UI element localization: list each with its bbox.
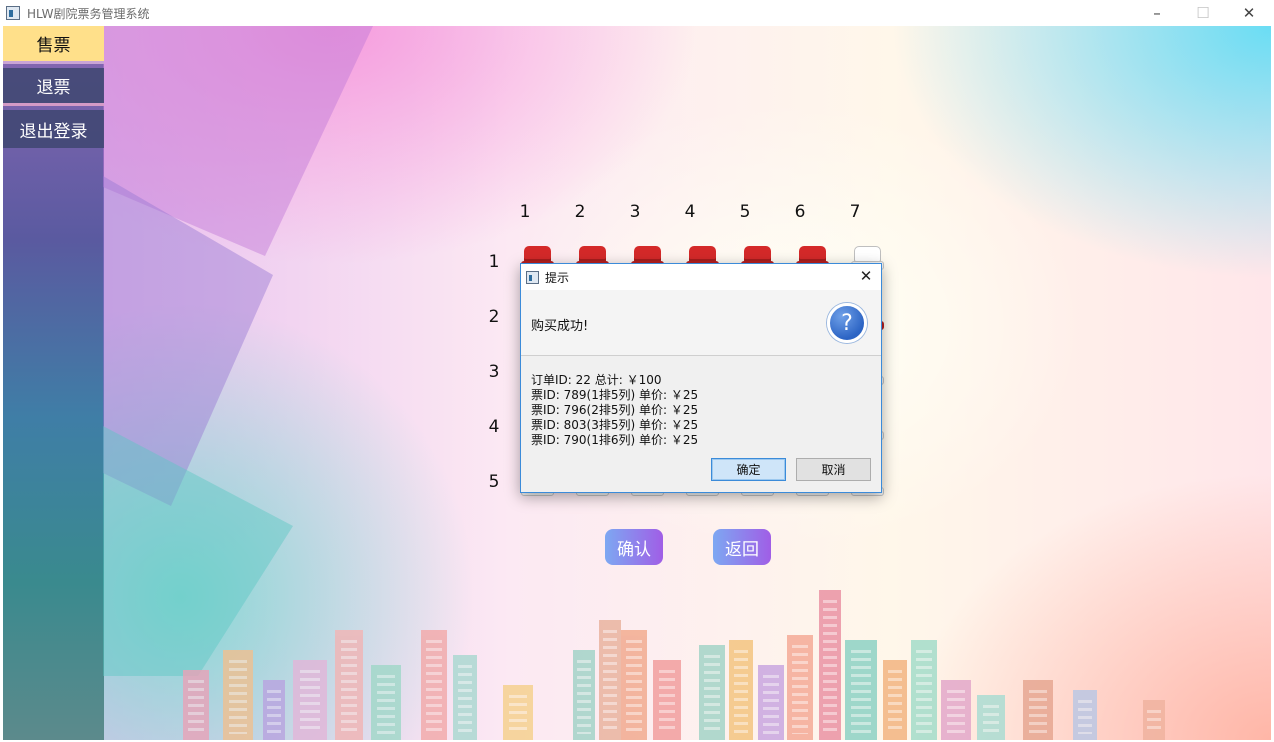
ticket-line: 票ID: 790(1排6列) 单价: ￥25 — [531, 433, 699, 447]
seat-column-label: 5 — [739, 202, 751, 222]
seat-column-label: 4 — [684, 202, 696, 222]
window-titlebar: HLW剧院票务管理系统 – ☐ ✕ — [0, 0, 1274, 26]
dialog-cancel-button[interactable]: 取消 — [796, 458, 871, 481]
dialog-titlebar: 提示 ✕ — [521, 264, 881, 290]
dialog-message: 购买成功! — [531, 319, 589, 334]
close-icon[interactable]: ✕ — [1226, 0, 1272, 26]
seat-row-label: 2 — [488, 307, 500, 327]
nav-logout[interactable]: 退出登录 — [3, 110, 104, 148]
seat-column-label: 2 — [574, 202, 586, 222]
dialog-ok-button[interactable]: 确定 — [711, 458, 786, 481]
purchase-success-dialog: 提示 ✕ 购买成功! ? 订单ID: 22 总计: ￥100 票ID: 789(… — [520, 263, 882, 493]
order-details: 订单ID: 22 总计: ￥100 票ID: 789(1排5列) 单价: ￥25… — [531, 373, 698, 448]
seat-column-label: 1 — [519, 202, 531, 222]
nav-refund-tickets[interactable]: 退票 — [3, 68, 104, 106]
confirm-button[interactable]: 确认 — [605, 529, 663, 565]
dialog-header: 购买成功! ? — [521, 290, 881, 356]
minimize-icon[interactable]: – — [1134, 0, 1180, 26]
dialog-app-icon — [526, 270, 539, 284]
seat-row-label: 5 — [488, 472, 500, 492]
dialog-title: 提示 — [545, 270, 570, 285]
ticket-line: 票ID: 789(1排5列) 单价: ￥25 — [531, 388, 699, 402]
order-summary-line: 订单ID: 22 总计: ￥100 — [531, 373, 662, 387]
seat-row-label: 1 — [488, 252, 500, 272]
maximize-icon[interactable]: ☐ — [1180, 0, 1226, 26]
ticket-line: 票ID: 803(3排5列) 单价: ￥25 — [531, 418, 699, 432]
dialog-close-icon[interactable]: ✕ — [857, 267, 875, 285]
window-title: HLW剧院票务管理系统 — [27, 6, 150, 21]
app-icon — [6, 6, 20, 20]
nav-sell-tickets[interactable]: 售票 — [3, 26, 104, 64]
ticket-line: 票ID: 796(2排5列) 单价: ￥25 — [531, 403, 699, 417]
city-skyline-illustration — [103, 570, 1271, 740]
seat-column-label: 6 — [794, 202, 806, 222]
seat-column-label: 3 — [629, 202, 641, 222]
seat-row-label: 3 — [488, 362, 500, 382]
back-button[interactable]: 返回 — [713, 529, 771, 565]
question-icon: ? — [827, 303, 867, 343]
seat-column-label: 7 — [849, 202, 861, 222]
seat-row-label: 4 — [488, 417, 500, 437]
